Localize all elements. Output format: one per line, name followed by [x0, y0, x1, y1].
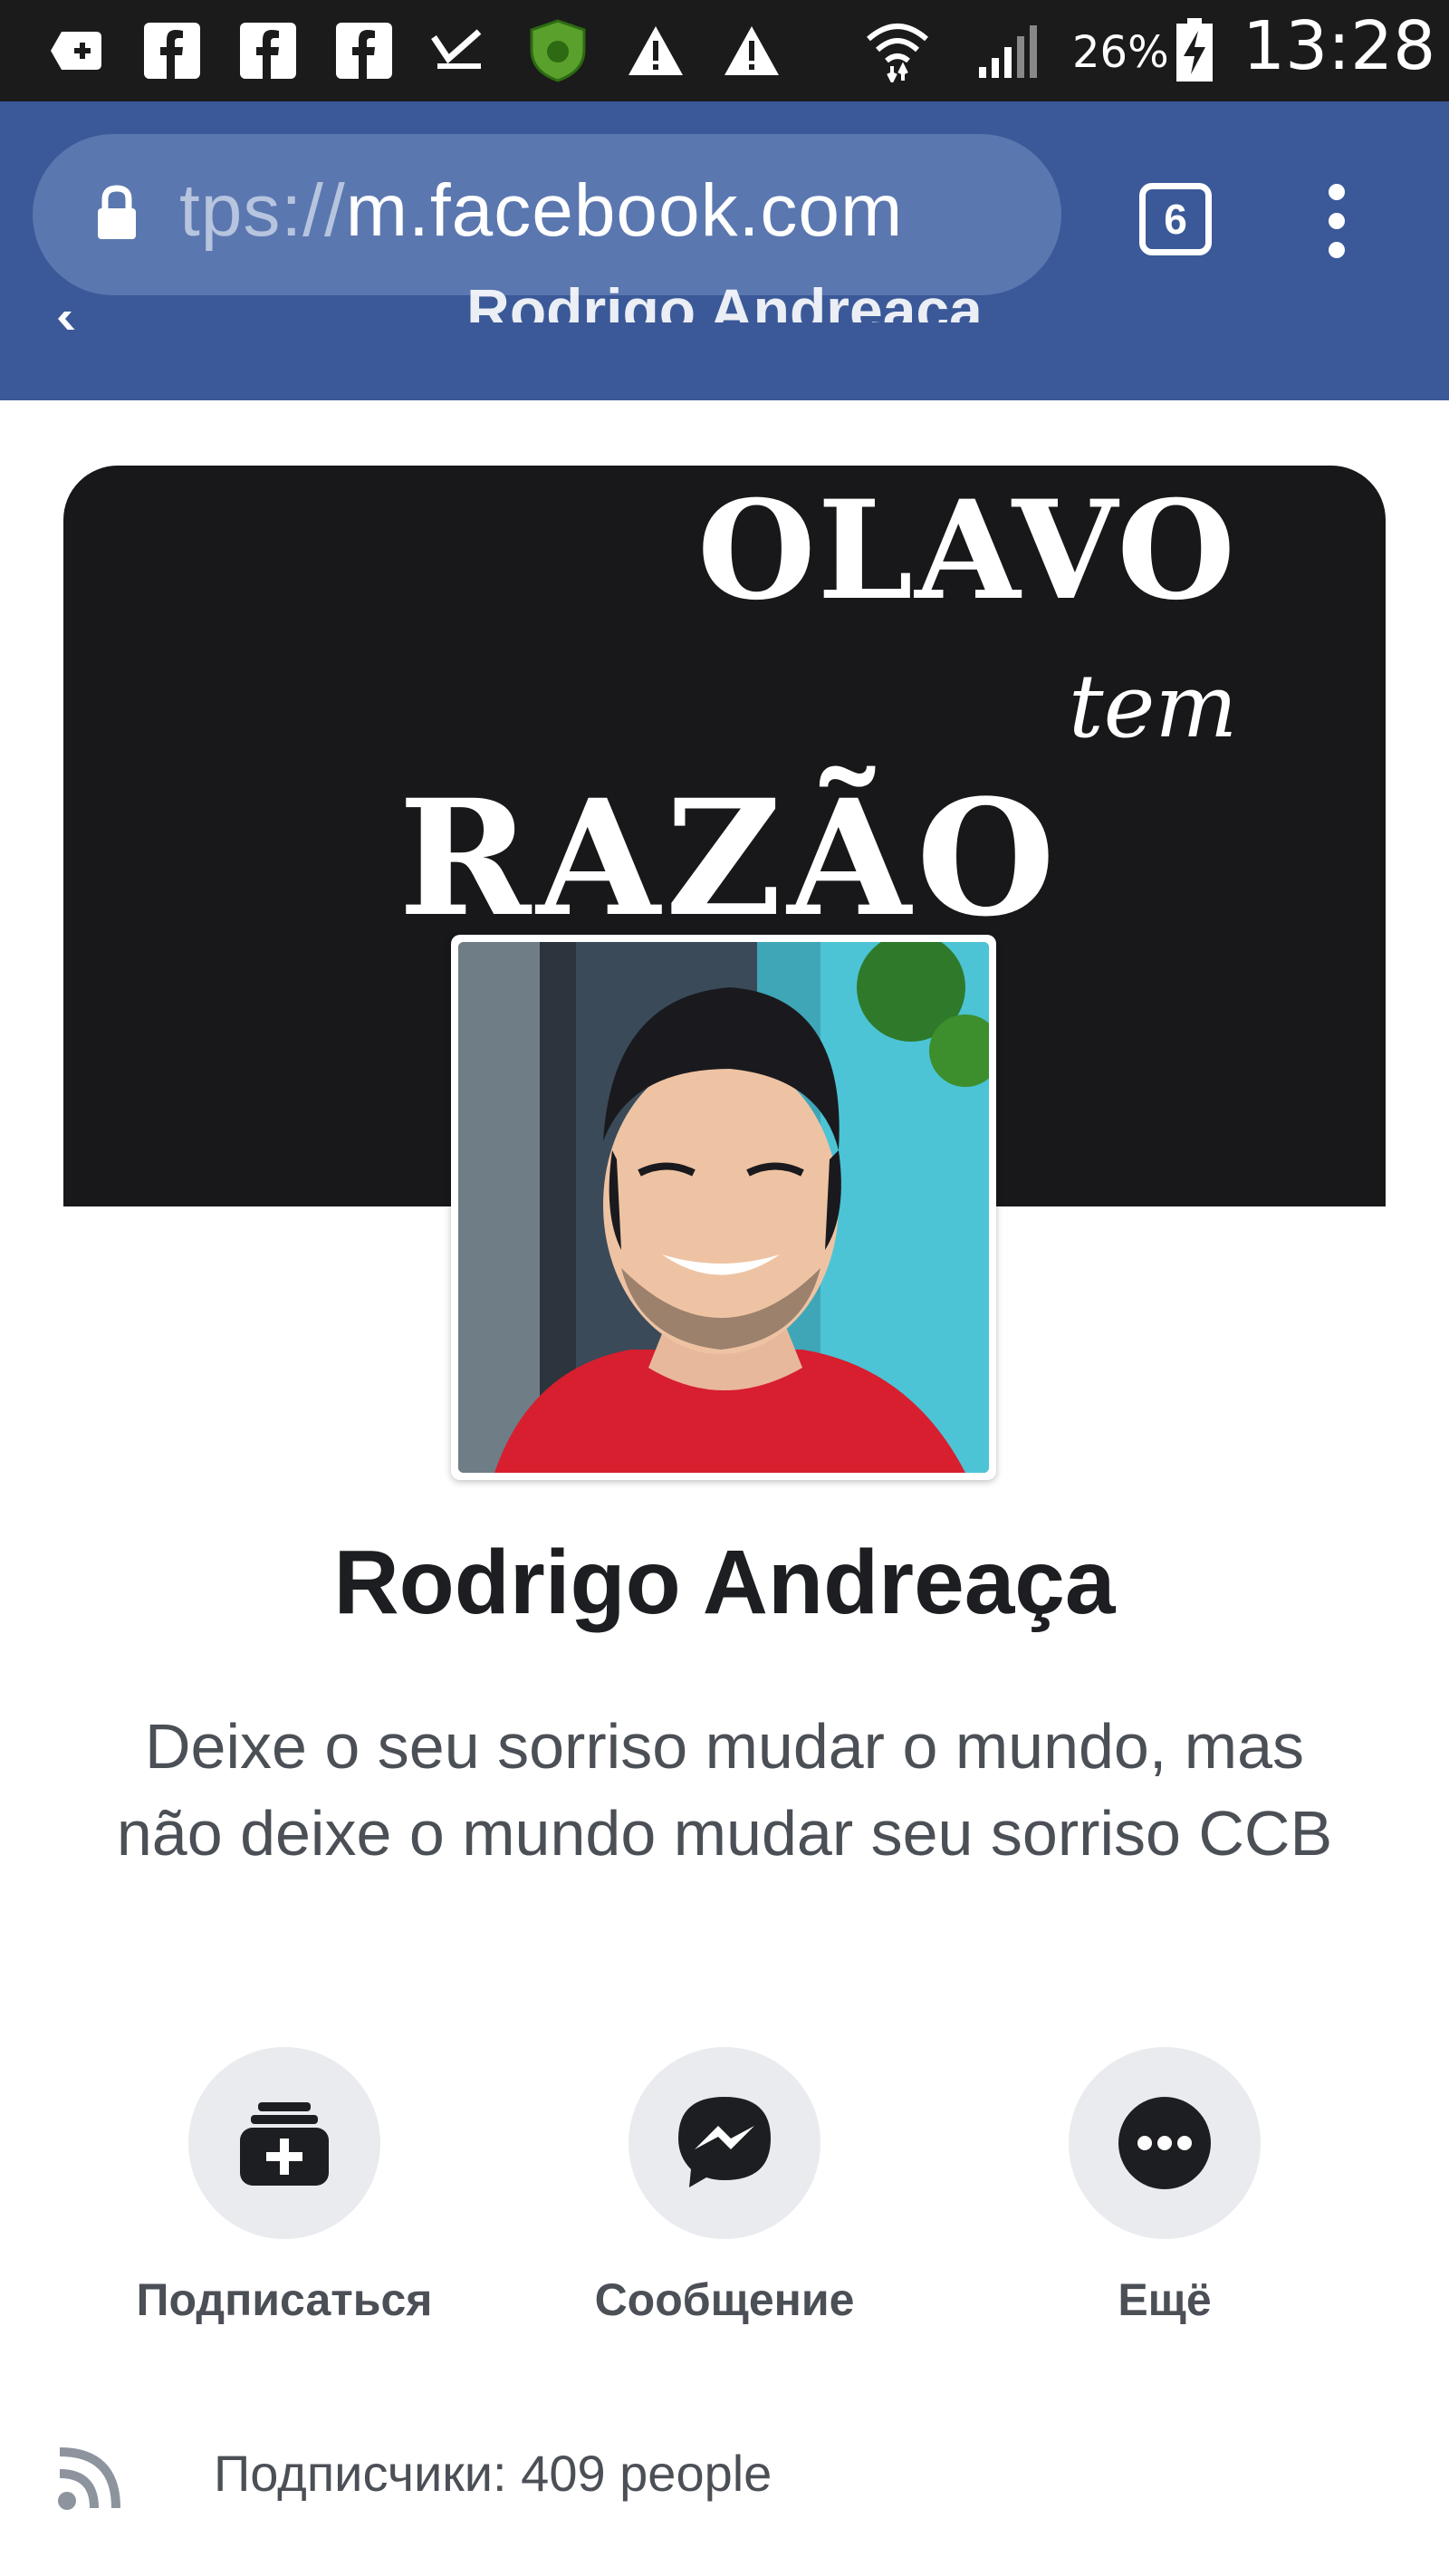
subscribe-icon [240, 2102, 329, 2186]
facebook-icon [141, 20, 203, 82]
status-bar: 26% 13:28 [0, 0, 1449, 101]
lock-icon [96, 185, 138, 245]
profile-name: Rodrigo Andreaça [333, 1532, 1116, 1633]
url-text[interactable]: tps://m.facebook.com [179, 168, 903, 254]
kebab-menu-icon [1329, 184, 1345, 258]
check-download-icon [427, 20, 491, 82]
more-button-circle[interactable] [1069, 2047, 1261, 2239]
subscribe-button-circle[interactable] [188, 2047, 380, 2239]
cover-text-olavo: OLAVO [697, 471, 1238, 630]
warning-icon [721, 20, 782, 82]
browser-toolbar: tps://m.facebook.com 6 Rodrigo Andreaça [0, 101, 1449, 400]
facebook-icon [237, 20, 299, 82]
profile-photo-image [458, 942, 989, 1473]
messenger-icon [678, 2097, 771, 2187]
address-bar[interactable]: tps://m.facebook.com [33, 134, 1061, 295]
profile-bio: Deixe o seu sorriso mudar o mundo, mas n… [116, 1711, 1333, 1869]
tab-count: 6 [1164, 196, 1187, 243]
followers-row[interactable]: Подписчики: 409 people [54, 2427, 1395, 2518]
battery-charging-icon [1174, 18, 1215, 82]
more-button[interactable]: Ещё [974, 2047, 1355, 2346]
subscribe-label: Подписаться [136, 2274, 433, 2325]
followers-count: Подписчики: 409 people [214, 2444, 772, 2502]
browser-menu-button[interactable] [1319, 178, 1355, 264]
tab-switcher-button[interactable]: 6 [1139, 183, 1212, 255]
facebook-icon [333, 20, 395, 82]
message-button-circle[interactable] [629, 2047, 820, 2239]
page-header-title: Rodrigo Andreaça [466, 276, 983, 322]
message-label: Сообщение [594, 2274, 855, 2325]
shield-icon [525, 19, 590, 82]
warning-icon [625, 20, 686, 82]
cover-text-tem: tem [1069, 656, 1238, 757]
more-label: Ещё [1118, 2274, 1212, 2325]
clock: 13:28 [1243, 7, 1436, 85]
wifi-icon [864, 20, 931, 82]
rss-icon [58, 2447, 120, 2510]
battery-percent: 26% [1072, 27, 1169, 78]
subscribe-button[interactable]: Подписаться [94, 2047, 475, 2346]
more-icon [1118, 2097, 1211, 2189]
signal-icon [974, 20, 1043, 82]
message-button[interactable]: Сообщение [534, 2047, 915, 2346]
cover-text-razao: RAZÃO [398, 764, 1061, 952]
plus-box-icon [43, 20, 109, 82]
profile-picture[interactable] [451, 935, 996, 1480]
